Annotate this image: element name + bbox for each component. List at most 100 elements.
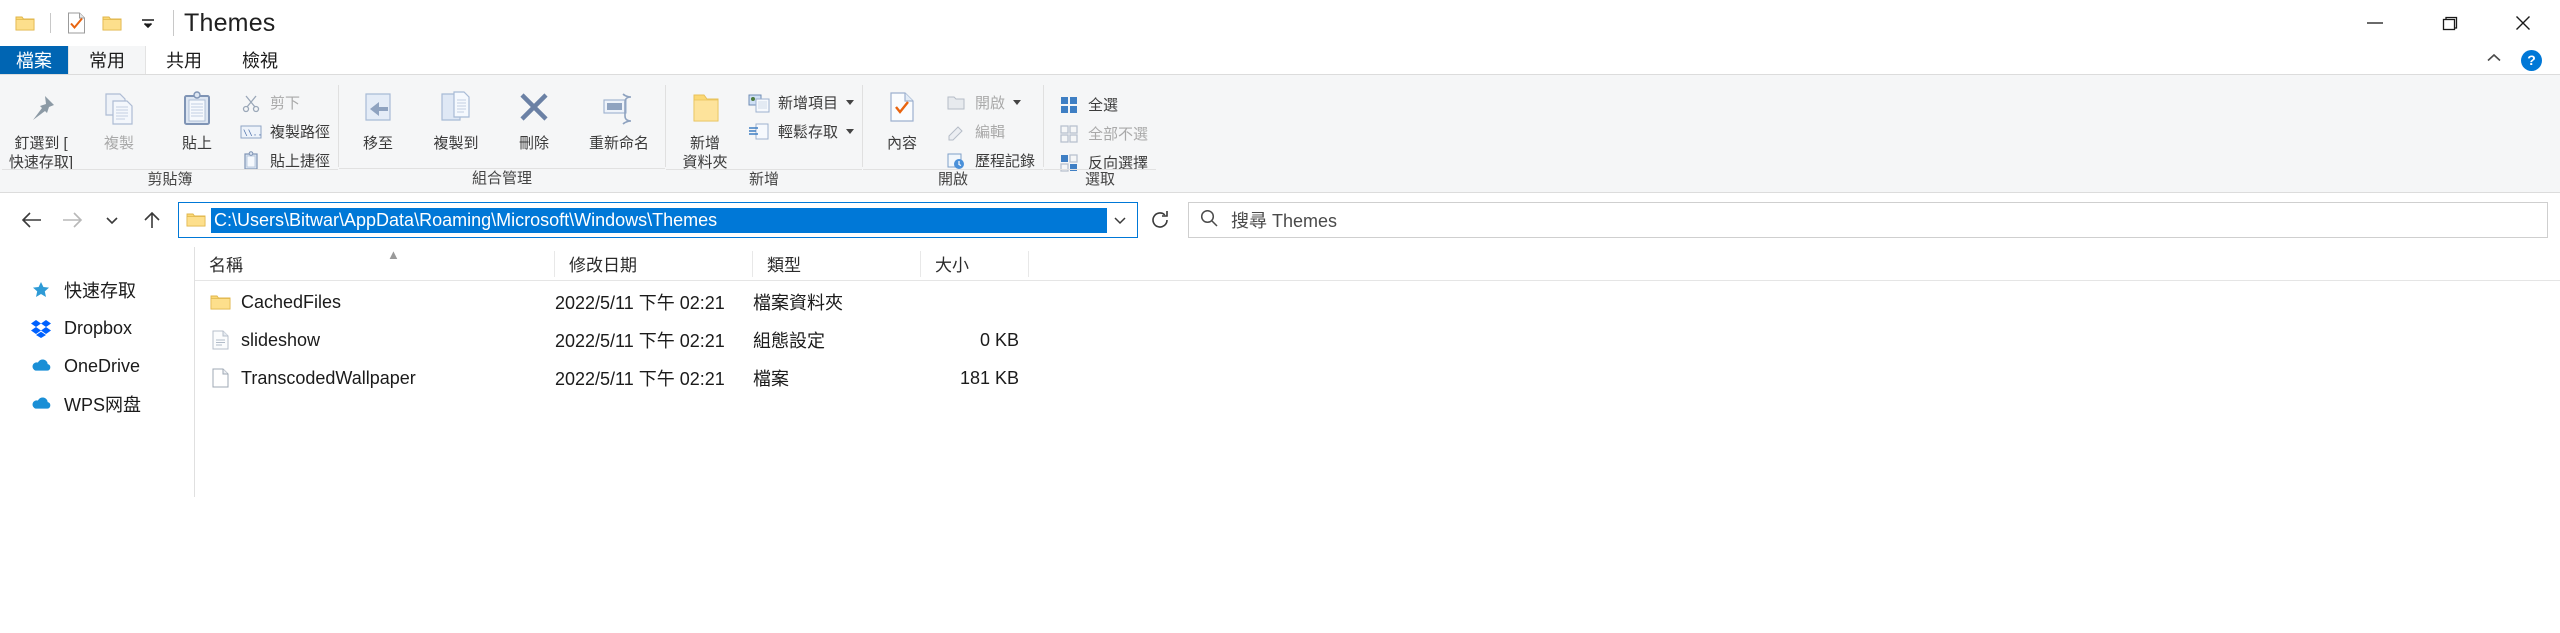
properties-label: 內容	[887, 135, 918, 152]
address-input-container[interactable]: C:\Users\Bitwar\AppData\Roaming\Microsof…	[178, 202, 1138, 238]
search-input[interactable]: 搜尋 Themes	[1231, 207, 1337, 233]
sidebar-item-wps-cloud[interactable]: WPS网盘	[0, 385, 194, 423]
paste-button[interactable]: 貼上	[158, 81, 236, 153]
folder-icon[interactable]	[95, 6, 129, 40]
rename-icon	[597, 87, 641, 131]
new-folder-label: 新增 資料夾	[682, 135, 728, 171]
file-explorer-window: Themes 檔案 常用 共用 檢視 ? 釘選到 [快速存取] 複製 貼上 剪…	[0, 0, 2560, 633]
select-all-button[interactable]: 全選	[1054, 91, 1156, 118]
select-none-button[interactable]: 全部不選	[1054, 120, 1156, 147]
config-file-icon	[209, 330, 231, 350]
address-input[interactable]: C:\Users\Bitwar\AppData\Roaming\Microsof…	[211, 207, 1107, 233]
select-small-buttons: 全選 全部不選 反向選擇	[1044, 81, 1156, 176]
edit-label: 編輯	[975, 124, 1006, 141]
new-item-button[interactable]: 新增項目	[744, 89, 862, 116]
checked-document-icon[interactable]	[59, 6, 93, 40]
table-row[interactable]: TranscodedWallpaper 2022/5/11 下午 02:21 檔…	[195, 365, 2560, 391]
column-size[interactable]: 大小	[921, 250, 1029, 277]
copy-to-button[interactable]: 複製到	[417, 81, 495, 153]
generic-file-icon	[209, 368, 231, 388]
search-box[interactable]: 搜尋 Themes	[1188, 202, 2548, 238]
new-folder-icon	[684, 87, 726, 131]
recent-locations-button[interactable]	[92, 200, 132, 240]
up-button[interactable]	[132, 200, 172, 240]
copy-to-label: 複製到	[433, 135, 479, 152]
column-headers: ▲ 名稱 修改日期 類型 大小	[195, 247, 2560, 281]
file-rows: CachedFiles 2022/5/11 下午 02:21 檔案資料夾 sli…	[195, 281, 2560, 391]
move-to-button[interactable]: 移至	[339, 81, 417, 153]
file-name: slideshow	[241, 329, 321, 350]
file-size: 181 KB	[959, 367, 1019, 388]
column-name[interactable]: 名稱	[195, 250, 555, 277]
chevron-up-icon[interactable]	[2485, 51, 2503, 69]
sidebar-item-label: 快速存取	[64, 281, 136, 301]
file-date: 2022/5/11 下午 02:21	[555, 369, 725, 389]
folder-icon	[209, 294, 231, 311]
move-to-icon	[357, 87, 399, 131]
open-label: 開啟	[975, 95, 1006, 112]
new-folder-button[interactable]: 新增 資料夾	[666, 81, 744, 172]
tab-share[interactable]: 共用	[146, 46, 222, 74]
copy-icon	[98, 87, 140, 131]
sidebar-item-dropbox[interactable]: Dropbox	[0, 309, 194, 347]
paste-shortcut-label: 貼上捷徑	[270, 153, 331, 170]
tab-file[interactable]: 檔案	[0, 46, 68, 74]
chevron-down-icon[interactable]	[846, 129, 855, 134]
address-dropdown-button[interactable]	[1107, 203, 1133, 237]
paste-icon	[176, 87, 218, 131]
window-title: Themes	[184, 8, 276, 37]
copy-path-label: 複製路徑	[270, 124, 331, 141]
minimize-button[interactable]	[2338, 0, 2412, 46]
file-type: 檔案	[753, 369, 789, 389]
tab-view[interactable]: 檢視	[222, 46, 298, 74]
copy-path-icon: \\..	[240, 121, 262, 143]
chevron-down-icon[interactable]	[846, 100, 855, 105]
copy-to-icon	[435, 87, 477, 131]
dropbox-icon	[30, 317, 52, 339]
clipboard-small-buttons: 剪下 \\.. 複製路徑 貼上捷徑	[236, 81, 338, 174]
title-bar: Themes	[0, 0, 2560, 46]
copy-path-button[interactable]: \\.. 複製路徑	[236, 118, 338, 145]
column-type[interactable]: 類型	[753, 250, 921, 277]
help-icon[interactable]: ?	[2521, 49, 2542, 71]
chevron-down-icon[interactable]	[131, 6, 165, 40]
open-button[interactable]: 開啟	[941, 89, 1043, 116]
tab-home[interactable]: 常用	[68, 46, 146, 74]
file-type: 檔案資料夾	[753, 293, 843, 313]
table-row[interactable]: CachedFiles 2022/5/11 下午 02:21 檔案資料夾	[195, 289, 2560, 315]
select-all-label: 全選	[1088, 97, 1119, 114]
wps-cloud-icon	[30, 393, 52, 415]
sidebar-item-onedrive[interactable]: OneDrive	[0, 347, 194, 385]
folder-icon[interactable]	[8, 6, 42, 40]
sort-indicator: ▲	[387, 247, 400, 262]
chevron-down-icon[interactable]	[1013, 100, 1022, 105]
back-button[interactable]	[12, 200, 52, 240]
edit-button[interactable]: 編輯	[941, 118, 1043, 145]
cut-button[interactable]: 剪下	[236, 89, 338, 116]
new-item-label: 新增項目	[778, 95, 839, 112]
pin-to-quick-access-button[interactable]: 釘選到 [ 快速存取]	[2, 81, 80, 172]
file-date: 2022/5/11 下午 02:21	[555, 293, 725, 313]
pin-to-quick-access-label: 釘選到 [ 快速存取]	[8, 135, 74, 171]
select-none-label: 全部不選	[1088, 126, 1149, 143]
properties-button[interactable]: 內容	[863, 81, 941, 153]
new-small-buttons: 新增項目 輕鬆存取	[744, 81, 862, 145]
rename-button[interactable]: 重新命名	[573, 81, 665, 153]
close-button[interactable]	[2486, 0, 2560, 46]
column-date-modified[interactable]: 修改日期	[555, 250, 753, 277]
forward-button[interactable]	[52, 200, 92, 240]
svg-text:\\..: \\..	[243, 128, 262, 137]
table-row[interactable]: slideshow 2022/5/11 下午 02:21 組態設定 0 KB	[195, 327, 2560, 353]
sidebar-item-quick-access[interactable]: 快速存取	[0, 271, 194, 309]
restore-button[interactable]	[2412, 0, 2486, 46]
refresh-button[interactable]	[1138, 202, 1182, 238]
content-area: 快速存取 Dropbox OneDrive WPS网盘 ▲ 名稱 修改日期 類型…	[0, 247, 2560, 497]
sidebar-item-label: Dropbox	[64, 317, 133, 338]
delete-label: 刪除	[519, 135, 550, 152]
easy-access-button[interactable]: 輕鬆存取	[744, 118, 862, 145]
select-none-icon	[1058, 123, 1080, 145]
toolbar-separator	[50, 13, 51, 33]
delete-button[interactable]: 刪除	[495, 81, 573, 153]
copy-button[interactable]: 複製	[80, 81, 158, 153]
file-name-cell: slideshow	[195, 330, 555, 351]
